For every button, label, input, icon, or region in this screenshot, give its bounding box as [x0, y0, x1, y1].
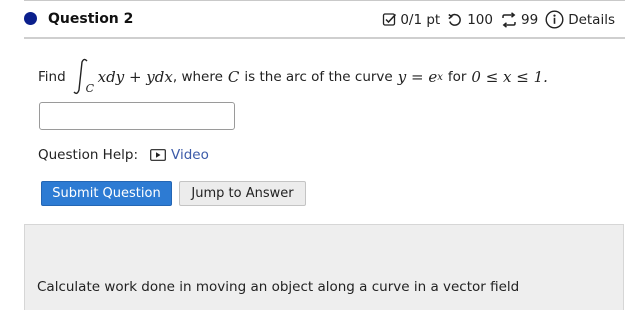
curve-text: is the arc of the curve — [244, 69, 393, 85]
attempts: 99 — [500, 12, 538, 28]
retry-icon — [448, 13, 462, 26]
info-icon — [545, 10, 564, 29]
submit-question-button[interactable]: Submit Question — [41, 181, 172, 206]
help-label: Question Help: — [38, 147, 138, 163]
integral-subscript: C — [85, 82, 95, 95]
range: 0 ≤ x ≤ 1. — [471, 68, 548, 86]
attempts-value: 99 — [521, 11, 539, 28]
equation-lhs: y = e — [397, 68, 438, 86]
question-card: Question 2 0/1 pt 100 99 Details Find C … — [0, 0, 633, 310]
video-play-icon — [150, 149, 166, 161]
question-meta: 0/1 pt 100 99 Details — [382, 10, 615, 29]
for-text: for — [447, 69, 467, 85]
curve-symbol: C — [227, 68, 240, 86]
answer-input[interactable] — [39, 102, 235, 130]
question-help: Question Help: Video — [38, 147, 209, 163]
description-text: Calculate work done in moving an object … — [37, 279, 520, 295]
checkbox-icon — [383, 13, 397, 26]
equation-exponent: x — [437, 71, 443, 83]
integrand: xdy + ydx — [97, 68, 173, 86]
question-header: Question 2 0/1 pt 100 99 Details — [0, 0, 633, 39]
mid-text: , where — [172, 69, 223, 85]
question-prefix: Find — [38, 69, 66, 85]
retries: 100 — [447, 12, 493, 28]
integral-sign: C — [72, 57, 94, 97]
attempts-icon — [502, 11, 516, 28]
score: 0/1 pt — [382, 12, 440, 28]
details-link[interactable]: Details — [545, 10, 615, 29]
score-value: 0/1 pt — [400, 11, 441, 28]
jump-to-answer-button[interactable]: Jump to Answer — [179, 181, 306, 206]
header-divider — [24, 37, 625, 39]
video-label[interactable]: Video — [171, 147, 209, 163]
description-panel: Calculate work done in moving an object … — [24, 224, 624, 310]
video-link[interactable]: Video — [150, 147, 209, 163]
question-title: Question 2 — [48, 11, 134, 27]
status-dot-icon — [24, 12, 37, 25]
retries-value: 100 — [467, 11, 493, 28]
question-text: Find C xdy + ydx , where C is the arc of… — [38, 57, 548, 97]
details-label[interactable]: Details — [568, 12, 615, 28]
